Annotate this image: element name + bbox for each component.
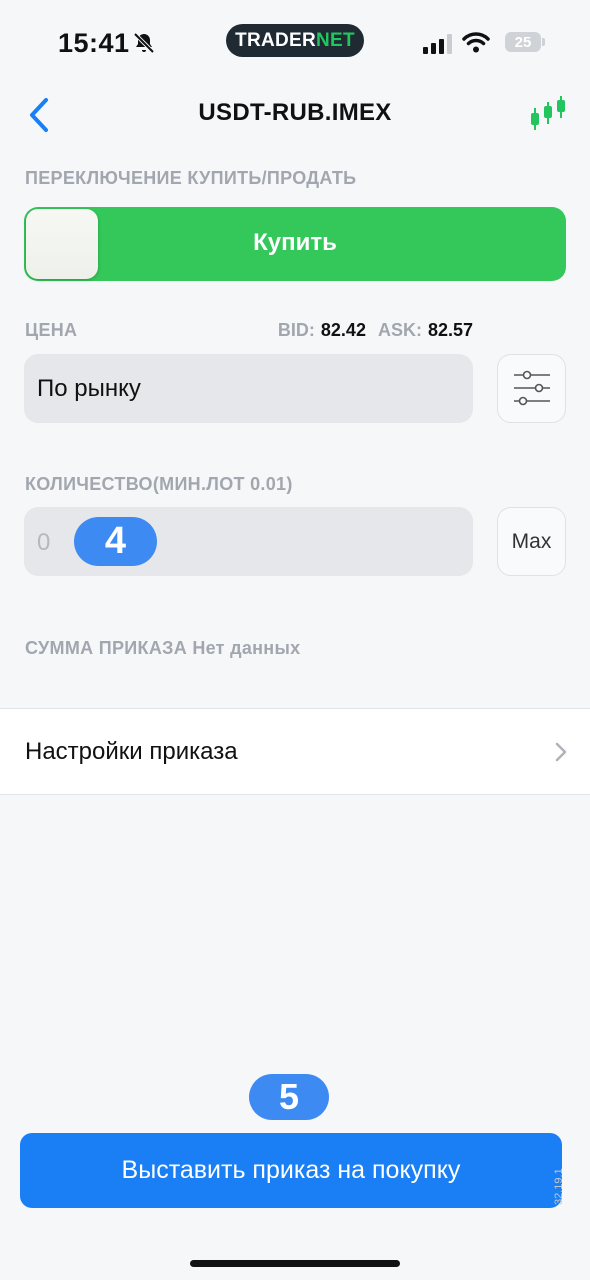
step-badge-5: 5	[249, 1074, 329, 1120]
price-type-value: По рынку	[37, 375, 141, 402]
toggle-state-text: Купить	[253, 229, 337, 256]
bid-value: 82.42	[320, 320, 366, 340]
quantity-label: КОЛИЧЕСТВО(МИН.ЛОТ 0.01)	[25, 474, 293, 494]
status-time: 15:41	[58, 28, 130, 58]
home-indicator[interactable]	[190, 1260, 400, 1267]
order-settings-label: Настройки приказа	[25, 738, 238, 765]
chevron-right-icon	[555, 742, 567, 762]
buy-sell-toggle-label: ПЕРЕКЛЮЧЕНИЕ КУПИТЬ/ПРОДАТЬ	[25, 168, 357, 188]
quantity-placeholder: 0	[37, 529, 51, 556]
sliders-icon	[514, 370, 550, 406]
app-version: 32.19.1	[553, 1168, 565, 1205]
submit-order-button[interactable]: Выставить приказ на покупку	[20, 1133, 562, 1208]
max-quantity-button[interactable]: Max	[497, 507, 566, 576]
step-badge-4: 4	[74, 517, 157, 566]
bell-muted-icon	[133, 32, 155, 54]
page-title: USDT-RUB.IMEX	[198, 99, 392, 126]
cellular-signal-icon	[423, 34, 452, 54]
ask-value: 82.57	[427, 320, 473, 340]
order-settings-row[interactable]: Настройки приказа	[0, 708, 590, 795]
price-label: ЦЕНА	[25, 320, 78, 340]
battery-icon: 25	[505, 32, 545, 52]
candlestick-chart-icon[interactable]	[528, 94, 568, 134]
wifi-icon	[462, 32, 490, 53]
ask-label: ASK:	[377, 320, 422, 340]
order-sum-label: СУММА ПРИКАЗА	[25, 638, 187, 658]
bid-label: BID:	[277, 320, 315, 340]
price-type-field[interactable]: По рынку	[24, 354, 473, 423]
buy-sell-toggle[interactable]: Купить	[24, 207, 566, 281]
bid-ask-info: BID: 82.42 ASK: 82.57	[278, 320, 473, 341]
battery-level: 25	[514, 33, 532, 51]
price-settings-button[interactable]	[497, 354, 566, 423]
order-sum: СУММА ПРИКАЗА Нет данных	[25, 638, 300, 659]
brand-pill: TRADER NET	[226, 24, 364, 57]
order-sum-value: Нет данных	[192, 638, 301, 658]
brand-text-trader: TRADER	[235, 29, 317, 51]
brand-text-net: NET	[316, 29, 355, 51]
